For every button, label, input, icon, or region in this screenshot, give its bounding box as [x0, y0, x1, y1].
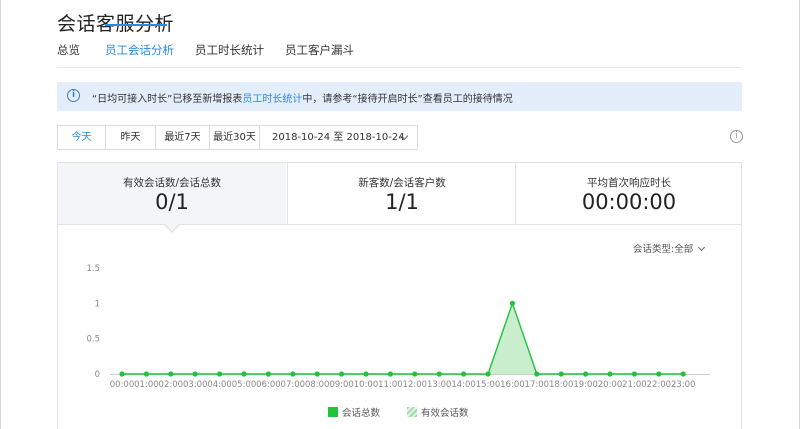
x-tick-label: 21:00 [622, 380, 647, 390]
x-tick-label: 18:00 [549, 380, 574, 390]
data-point-total [558, 371, 564, 377]
x-tick-label: 11:00 [378, 380, 403, 390]
legend-label: 有效会话数 [421, 408, 469, 419]
data-point-total [339, 371, 345, 377]
x-tick-label: 20:00 [598, 380, 623, 390]
y-tick-label: 1.5 [86, 264, 100, 274]
x-tick-label: 16:00 [500, 380, 525, 390]
x-tick-label: 00:00 [110, 380, 135, 390]
x-tick-label: 04:00 [207, 380, 232, 390]
x-tick-label: 10:00 [354, 380, 379, 390]
x-tick-label: 19:00 [573, 380, 598, 390]
data-point-total [363, 371, 369, 377]
data-point-total [534, 371, 540, 377]
data-point-total [387, 371, 393, 377]
series-line-total [122, 301, 684, 375]
data-point-total [192, 371, 198, 377]
data-point-total [168, 371, 174, 377]
legend-swatch [407, 407, 417, 417]
x-tick-label: 05:00 [232, 380, 257, 390]
y-tick-label: 0 [95, 370, 100, 380]
data-point-total [583, 371, 589, 377]
x-tick-label: 02:00 [159, 380, 184, 390]
data-point-total [143, 371, 149, 377]
x-tick-label: 23:00 [671, 380, 696, 390]
data-point-total [656, 371, 662, 377]
data-point-total [241, 371, 247, 377]
data-point-total [631, 371, 638, 377]
x-tick-label: 17:00 [525, 380, 550, 390]
x-tick-label: 14:00 [451, 380, 476, 390]
data-point-total [314, 371, 320, 377]
data-point-total [412, 371, 418, 377]
data-point-total [217, 371, 223, 377]
data-point-total [461, 371, 467, 377]
data-point-total [265, 371, 271, 377]
legend-item-total[interactable]: 会话总数 [328, 405, 380, 419]
x-tick-label: 15:00 [476, 380, 501, 390]
x-tick-label: 01:00 [134, 380, 159, 390]
y-tick-label: 0.5 [86, 335, 100, 345]
x-tick-label: 06:00 [256, 380, 281, 390]
session-line-chart: 0 0.5 1 1.5 00:00 01:00 02:00 03:00 04:00 05:00 06… [86, 264, 710, 390]
x-tick-label: 07:00 [281, 380, 306, 390]
data-point-total [436, 371, 442, 377]
x-tick-label: 12:00 [403, 380, 428, 390]
legend-swatch [328, 407, 338, 417]
x-tick-label: 03:00 [183, 380, 208, 390]
data-point-total [509, 300, 515, 306]
data-point-total [680, 371, 686, 377]
x-tick-label: 09:00 [329, 380, 354, 390]
x-tick-label: 08:00 [305, 380, 330, 390]
x-tick-label: 22:00 [647, 380, 672, 390]
legend-label: 会话总数 [342, 408, 381, 419]
x-tick-label: 13:00 [427, 380, 452, 390]
data-point-total [119, 371, 125, 377]
y-tick-label: 1 [95, 299, 100, 309]
legend-item-valid[interactable]: 有效会话数 [407, 405, 469, 419]
series-area-total [122, 303, 684, 374]
data-point-total [607, 371, 613, 377]
data-point-total [290, 371, 296, 377]
data-point-total [485, 371, 491, 377]
